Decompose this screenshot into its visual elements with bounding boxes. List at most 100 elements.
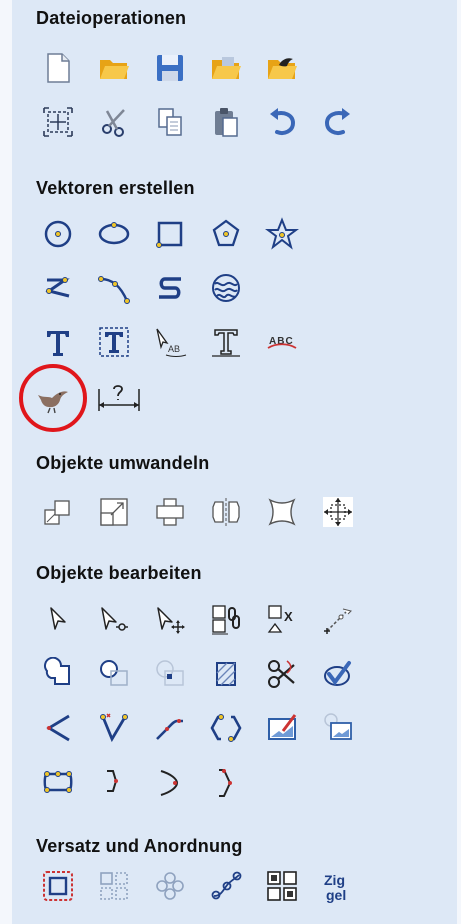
transform-tool-button[interactable] [150, 600, 190, 640]
cut-button[interactable] [94, 102, 134, 142]
draw-polyline-button[interactable] [38, 268, 78, 308]
redo-button[interactable] [318, 102, 358, 142]
dimension-icon [98, 385, 140, 411]
circular-copy-button[interactable] [150, 866, 190, 906]
weld-button[interactable] [38, 654, 78, 694]
bezier-curve-icon [98, 276, 130, 304]
offset-icon [43, 871, 73, 901]
subtract-icon [100, 660, 128, 686]
folder-import-icon [212, 57, 241, 79]
distort-object-button[interactable] [262, 492, 302, 532]
draw-wave-button[interactable] [206, 268, 246, 308]
align-center-icon [323, 497, 353, 527]
draw-star-button[interactable] [262, 214, 302, 254]
select-all-button[interactable] [38, 102, 78, 142]
cursor-node-icon [101, 607, 128, 631]
node-editing-button[interactable] [38, 762, 78, 802]
nesting-button[interactable] [262, 866, 302, 906]
draw-polygon-button[interactable] [206, 214, 246, 254]
text-block-button[interactable] [206, 322, 246, 362]
path-copy-icon [211, 871, 242, 900]
fillet-button[interactable] [94, 708, 134, 748]
ungroup-button[interactable]: X [262, 600, 302, 640]
move-object-button[interactable] [38, 492, 78, 532]
draw-circle-button[interactable] [38, 214, 78, 254]
nesting-grid-icon [267, 871, 297, 901]
smooth-node-button[interactable] [150, 762, 190, 802]
cut-vector-button[interactable] [262, 654, 302, 694]
section-heading-edit-objects: Objekte bearbeiten [36, 563, 202, 583]
folder-image-icon [268, 58, 297, 79]
nodes-shape-icon [43, 771, 73, 793]
extend-line-icon [156, 719, 183, 740]
save-file-button[interactable] [150, 48, 190, 88]
trace-bitmap-button[interactable] [33, 378, 73, 418]
dimension-button[interactable] [94, 378, 144, 418]
align-center-button[interactable] [318, 492, 358, 532]
measure-tool-button[interactable] [318, 600, 358, 640]
copy-button[interactable] [150, 102, 190, 142]
draw-curve-button[interactable] [94, 268, 134, 308]
rotate-object-button[interactable] [150, 492, 190, 532]
node-convert-button[interactable] [94, 762, 134, 802]
paste-button[interactable] [206, 102, 246, 142]
smooth-curve-icon [160, 770, 179, 796]
draw-ellipse-button[interactable] [94, 214, 134, 254]
draw-rectangle-button[interactable] [150, 214, 190, 254]
text-frame-button[interactable] [94, 322, 134, 362]
create-text-button[interactable] [38, 322, 78, 362]
text-arc-button[interactable]: ABC [262, 322, 302, 362]
panel-right-edge [457, 0, 461, 924]
fillet-icon [100, 713, 128, 743]
cursor-arrow-icon [50, 607, 66, 630]
node-edit-button[interactable] [94, 600, 134, 640]
offset-button[interactable] [38, 866, 78, 906]
node-bracket-icon [107, 770, 118, 792]
bitmap-options-button[interactable] [318, 708, 358, 748]
copy-icon [158, 108, 182, 136]
group-button[interactable] [206, 600, 246, 640]
folder-open-icon [100, 60, 129, 79]
s-curve-icon [159, 277, 181, 299]
redo-icon [324, 108, 350, 135]
mirror-object-button[interactable] [206, 492, 246, 532]
open-file-button[interactable] [94, 48, 134, 88]
join-button[interactable] [206, 708, 246, 748]
bird-icon [38, 391, 68, 414]
new-file-icon [47, 53, 70, 83]
svg-text:Zig: Zig [324, 872, 345, 888]
subtract-button[interactable] [94, 654, 134, 694]
undo-icon [270, 108, 296, 135]
corner-angle-icon [46, 714, 70, 742]
select-tool-button[interactable] [38, 600, 78, 640]
edit-bitmap-button[interactable] [262, 708, 302, 748]
intersect-button[interactable] [150, 654, 190, 694]
text-arc-icon: ABC [267, 336, 297, 349]
draw-spline-button[interactable] [150, 268, 190, 308]
copy-along-path-button[interactable] [206, 866, 246, 906]
section-heading-file-operations: Dateioperationen [36, 8, 187, 28]
distort-icon [268, 498, 296, 526]
circle-icon [44, 220, 72, 248]
floppy-disk-icon [157, 55, 183, 81]
scale-object-button[interactable] [94, 492, 134, 532]
circular-array-icon [156, 872, 184, 900]
fill-pattern-button[interactable] [206, 654, 246, 694]
svg-text:X: X [284, 609, 293, 624]
import-file-button[interactable] [206, 48, 246, 88]
import-bitmap-button[interactable] [262, 48, 302, 88]
text-on-curve-button[interactable]: AB [150, 322, 190, 362]
rotate-icon [156, 498, 184, 526]
undo-button[interactable] [262, 102, 302, 142]
puzzle-split-button[interactable]: Zig gel [318, 866, 358, 906]
check-vector-button[interactable] [318, 654, 358, 694]
group-link-icon [212, 605, 240, 635]
star-icon [265, 217, 299, 250]
extend-button[interactable] [150, 708, 190, 748]
new-file-button[interactable] [38, 48, 78, 88]
corner-button[interactable] [38, 708, 78, 748]
tool-panel: Dateioperationen Vektoren erstellen AB A… [0, 0, 461, 924]
corner-node-button[interactable] [206, 762, 246, 802]
array-copy-button[interactable] [94, 866, 134, 906]
vector-scissors-icon [268, 660, 295, 688]
